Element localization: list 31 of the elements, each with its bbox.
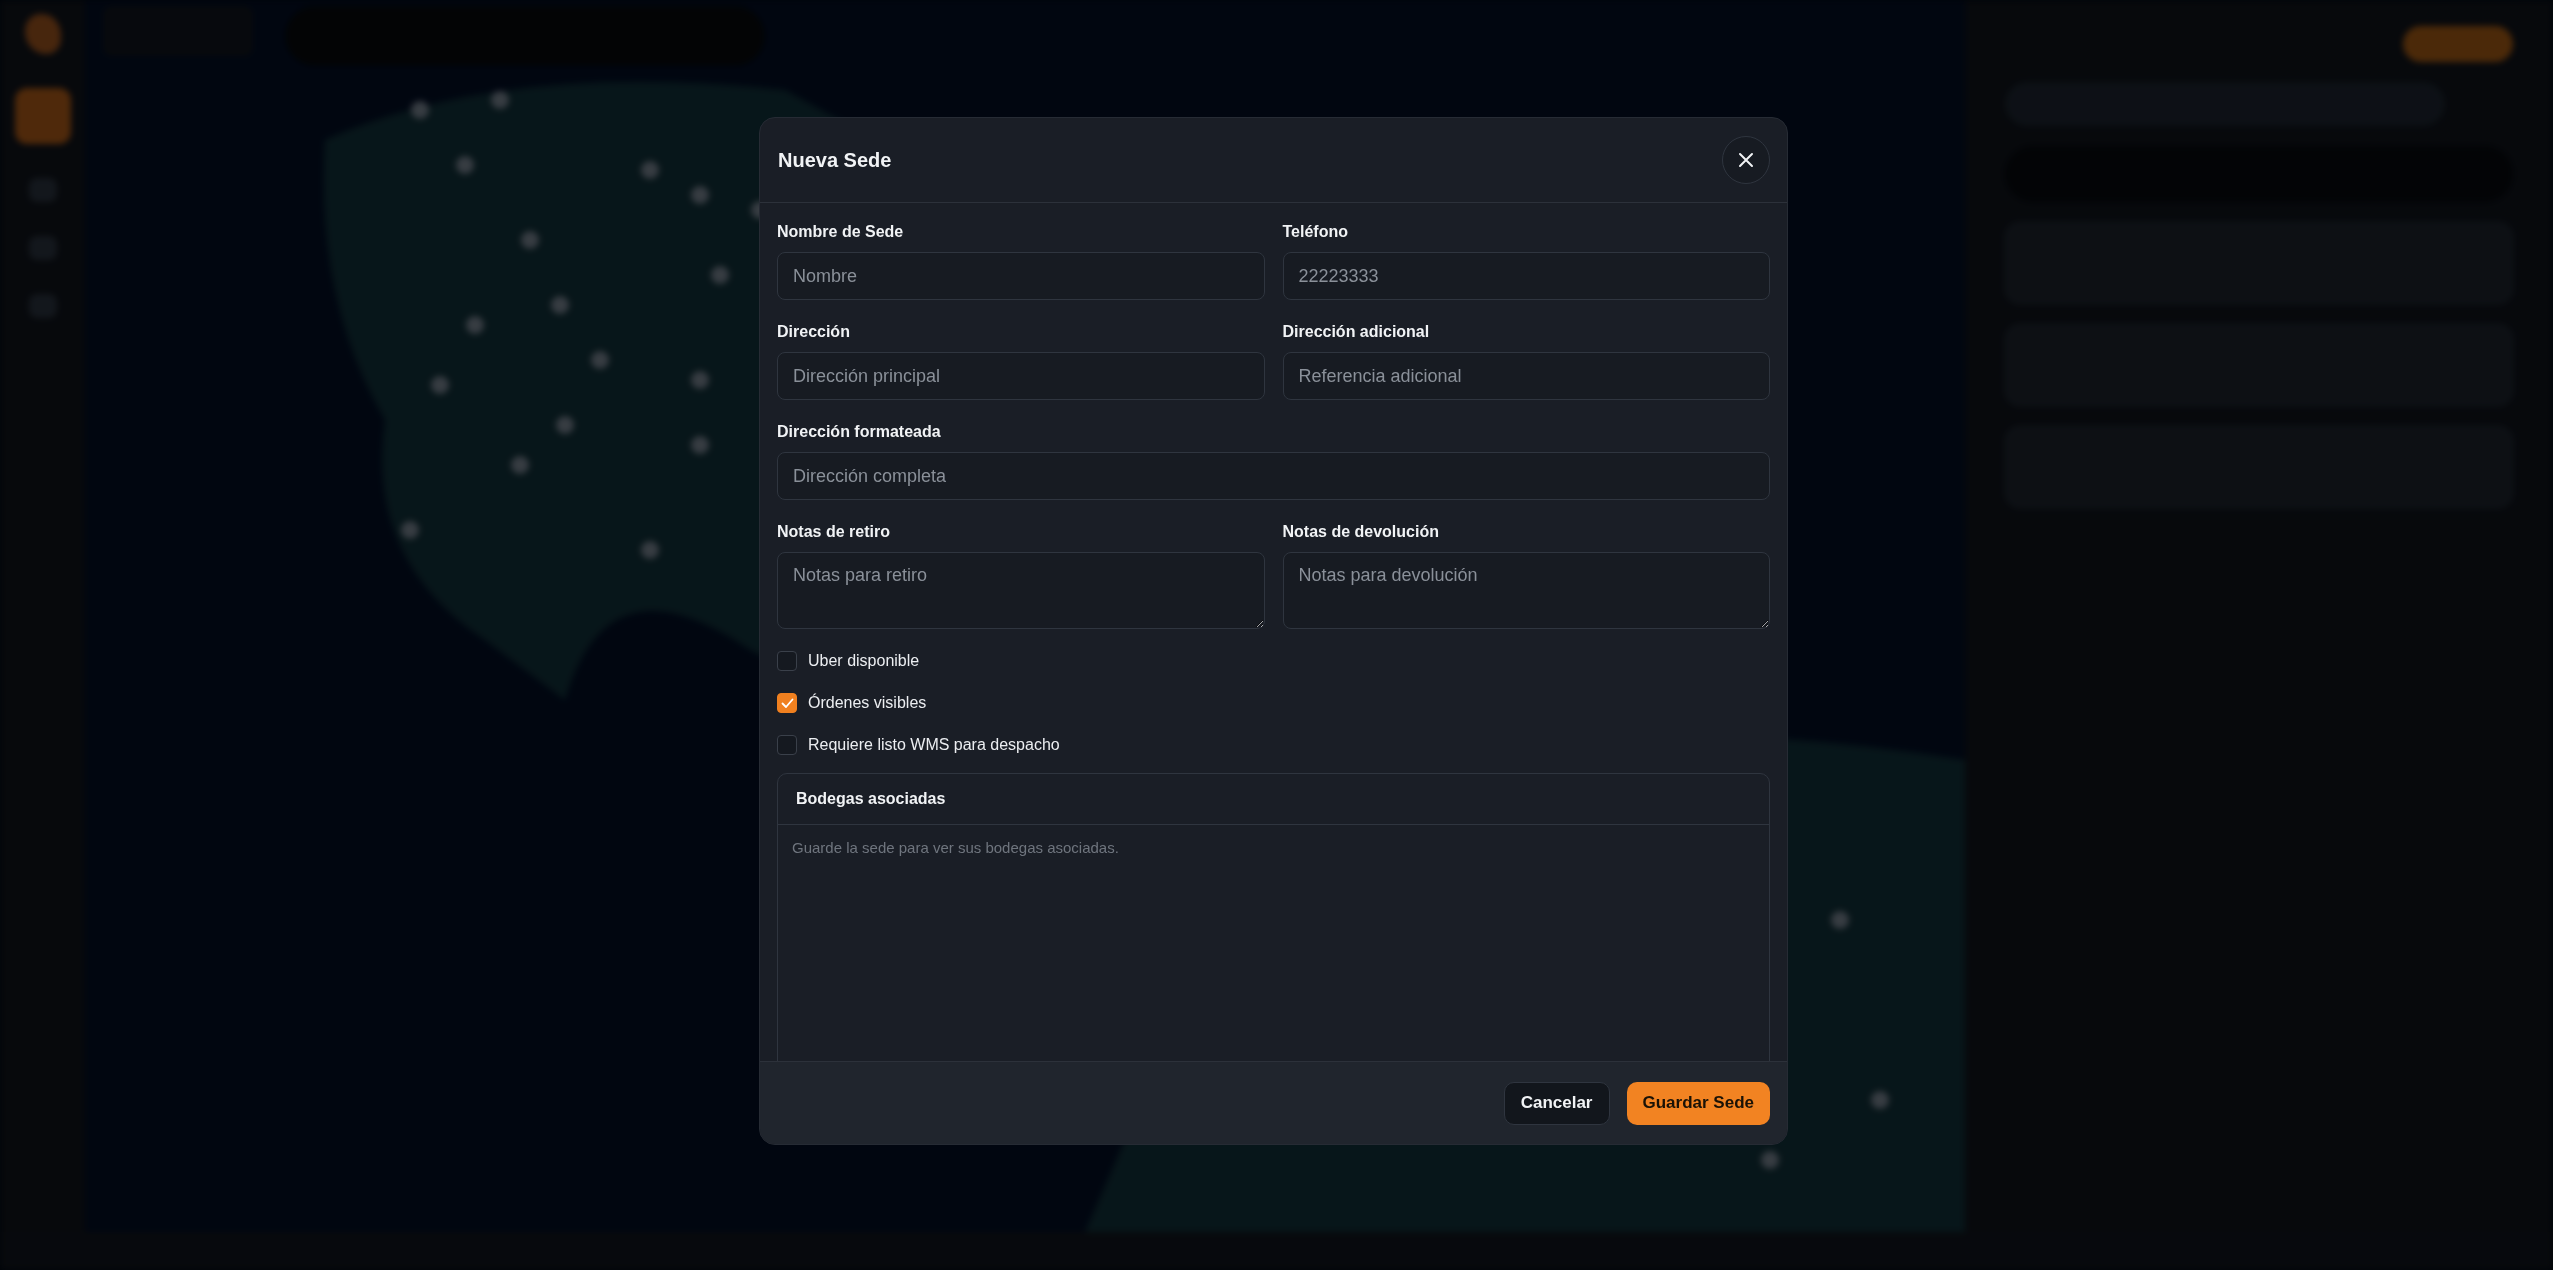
app-logo-icon [24,14,61,54]
field-label: Dirección adicional [1282,323,1431,341]
checkbox-label: Requiere listo WMS para despacho [808,736,1060,754]
notes-field[interactable]: Notas para retiro [777,552,1265,629]
checkbox-label: Uber disponible [808,652,920,670]
nav-button[interactable] [14,88,71,144]
field-label: Dirección [777,323,851,341]
notes-field[interactable]: Notas para devolución [1282,552,1770,629]
cancel-button[interactable]: Cancelar [1503,1081,1610,1125]
check-icon [780,697,794,709]
modal-title: Nueva Sede [778,148,892,172]
checkbox[interactable] [777,693,797,713]
field-label: Teléfono [1282,223,1349,241]
checkbox[interactable] [777,651,797,671]
checkbox[interactable] [777,735,797,755]
field-label: Nombre de Sede [777,223,905,241]
input-field[interactable]: Nombre [777,252,1265,300]
new-button[interactable] [2403,26,2513,62]
save-button[interactable]: Guardar Sede [1626,1081,1770,1125]
section-title: Bodegas asociadas [796,790,946,808]
close-icon [1738,152,1754,168]
field-label: Dirección formateada [777,423,942,441]
input-field[interactable]: Dirección completa [777,452,1770,500]
input-field[interactable]: Dirección principal [777,352,1265,400]
input-field[interactable]: Referencia adicional [1282,352,1770,400]
field-label: Notas de retiro [777,523,891,541]
input-field[interactable]: 22223333 [1282,252,1770,300]
close-button[interactable] [1722,136,1770,184]
checkbox-label: Órdenes visibles [808,694,927,712]
field-label: Notas de devolución [1282,523,1440,541]
empty-message: Guarde la sede para ver sus bodegas asociadas. [791,838,1120,858]
